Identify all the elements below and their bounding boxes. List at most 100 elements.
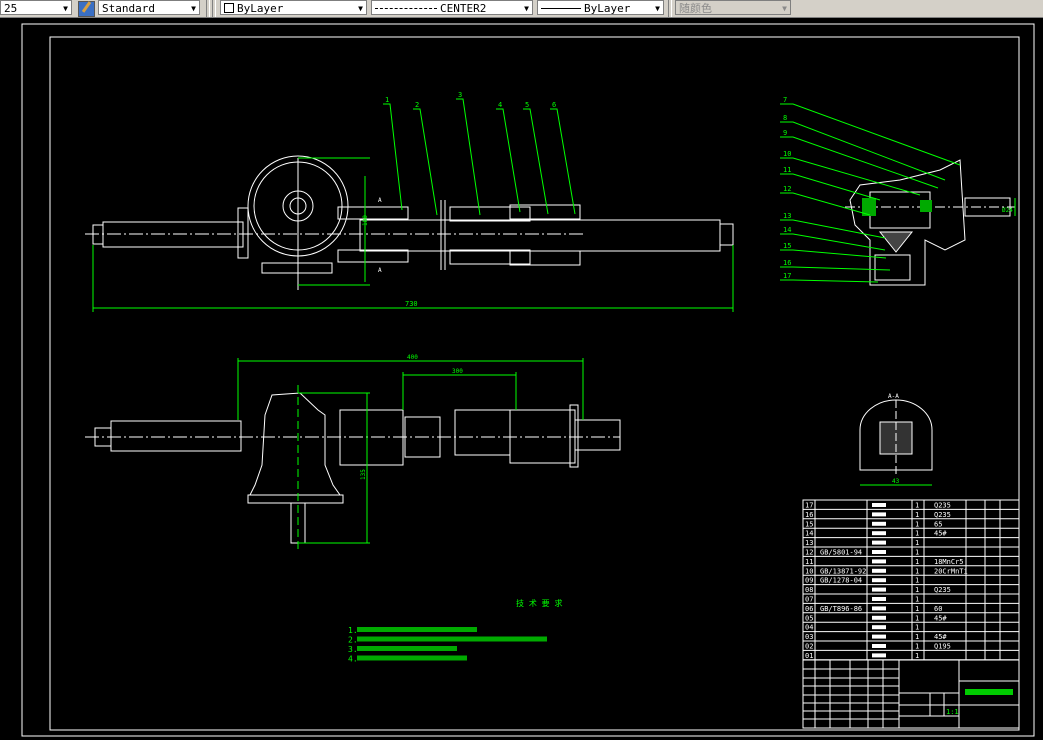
balloon-label: 13 bbox=[783, 212, 791, 220]
part-number-cell: 16 bbox=[805, 511, 813, 519]
quantity-cell: 1 bbox=[915, 652, 919, 660]
balloon-label: 10 bbox=[783, 150, 791, 158]
balloon-label: 5 bbox=[525, 101, 529, 109]
material-cell: 45# bbox=[934, 633, 947, 641]
balloon-label: 14 bbox=[783, 226, 791, 234]
lineweight-preview-icon bbox=[541, 8, 581, 9]
part-number-cell: 04 bbox=[805, 624, 813, 632]
toolbar-separator bbox=[212, 0, 216, 17]
material-cell: Q235 bbox=[934, 586, 951, 594]
part-number-cell: 05 bbox=[805, 614, 813, 622]
balloon-label: 9 bbox=[783, 129, 787, 137]
tech-requirements-title: 技 术 要 求 bbox=[516, 598, 562, 608]
chevron-down-icon: ▼ bbox=[655, 4, 660, 13]
toolbar-separator bbox=[668, 0, 672, 17]
tech-requirement-number: 1. bbox=[348, 626, 358, 635]
part-number-cell: 02 bbox=[805, 643, 813, 651]
text-style-dropdown[interactable]: Standard ▼ bbox=[98, 0, 200, 15]
quantity-cell: 1 bbox=[915, 539, 919, 547]
chevron-down-icon: ▼ bbox=[191, 4, 196, 13]
linetype-dropdown[interactable]: CENTER2 ▼ bbox=[371, 0, 533, 15]
linetype-value: CENTER2 bbox=[440, 2, 487, 15]
balloon-label: 6 bbox=[552, 101, 556, 109]
balloon-label: 11 bbox=[783, 166, 791, 174]
chevron-down-icon: ▼ bbox=[782, 4, 787, 13]
part-number-cell: 08 bbox=[805, 586, 813, 594]
quantity-cell: 1 bbox=[915, 643, 919, 651]
quantity-cell: 1 bbox=[915, 530, 919, 538]
tech-requirement-text bbox=[357, 655, 467, 661]
drawing-canvas[interactable]: 730 180 A A 1234 5 6 Ø24 78910111213141516… bbox=[0, 18, 1043, 740]
part-number-cell: 01 bbox=[805, 652, 813, 660]
tech-requirement-number: 3. bbox=[348, 645, 358, 654]
part-name-cell bbox=[872, 540, 886, 545]
lineweight-dropdown[interactable]: ByLayer ▼ bbox=[537, 0, 664, 15]
part-name-cell bbox=[872, 653, 886, 658]
material-cell: Q235 bbox=[934, 502, 951, 510]
material-cell: Q195 bbox=[934, 643, 951, 651]
part-number-cell: 07 bbox=[805, 596, 813, 604]
part-name-cell bbox=[872, 568, 886, 573]
part-number-cell: 09 bbox=[805, 577, 813, 585]
dim-scale-value: 25 bbox=[4, 2, 18, 15]
standard-code-cell: GB/1278-04 bbox=[820, 577, 862, 585]
balloon-label: 4 bbox=[498, 101, 502, 109]
part-number-cell: 11 bbox=[805, 558, 813, 566]
quantity-cell: 1 bbox=[915, 502, 919, 510]
quantity-cell: 1 bbox=[915, 558, 919, 566]
color-swatch-icon bbox=[224, 3, 234, 13]
part-name-cell bbox=[872, 606, 886, 611]
dim-plan-height: 135 bbox=[360, 469, 367, 480]
dim-plan-inner: 300 bbox=[452, 368, 463, 375]
balloon-label: 17 bbox=[783, 272, 791, 280]
plot-style-value: 随颜色 bbox=[679, 2, 712, 15]
quantity-cell: 1 bbox=[915, 520, 919, 528]
material-cell: 65 bbox=[934, 520, 942, 528]
drawing-title-text-block bbox=[965, 689, 1013, 695]
text-style-icon[interactable] bbox=[78, 1, 95, 17]
part-name-cell bbox=[872, 644, 886, 648]
material-cell: 18MnCr5 bbox=[934, 558, 964, 566]
part-name-cell bbox=[872, 559, 886, 564]
toolbar-separator bbox=[206, 0, 210, 17]
tech-requirement-number: 2. bbox=[348, 636, 358, 645]
part-number-cell: 10 bbox=[805, 567, 813, 575]
material-cell: Q235 bbox=[934, 511, 951, 519]
balloon-label: 15 bbox=[783, 242, 791, 250]
part-number-cell: 14 bbox=[805, 530, 813, 538]
part-number-cell: 13 bbox=[805, 539, 813, 547]
quantity-cell: 1 bbox=[915, 577, 919, 585]
part-name-cell bbox=[872, 521, 886, 526]
material-cell: 45# bbox=[934, 614, 947, 622]
part-number-cell: 17 bbox=[805, 502, 813, 510]
quantity-cell: 1 bbox=[915, 586, 919, 594]
part-name-cell bbox=[872, 550, 886, 554]
material-cell: 20CrMnTi bbox=[934, 567, 968, 575]
balloon-label: 12 bbox=[783, 185, 791, 193]
tech-requirement-number: 4. bbox=[348, 655, 358, 664]
part-name-cell bbox=[872, 578, 886, 583]
chevron-down-icon: ▼ bbox=[358, 4, 363, 13]
section-label: A-A bbox=[888, 393, 899, 400]
standard-code-cell: GB/T896-86 bbox=[820, 605, 862, 613]
dim-scale-dropdown[interactable]: 25 ▼ bbox=[0, 0, 72, 15]
quantity-cell: 1 bbox=[915, 605, 919, 613]
tech-requirement-text bbox=[357, 627, 477, 632]
quantity-cell: 1 bbox=[915, 633, 919, 641]
part-name-cell bbox=[872, 512, 886, 517]
quantity-cell: 1 bbox=[915, 549, 919, 557]
lineweight-value: ByLayer bbox=[584, 2, 631, 15]
quantity-cell: 1 bbox=[915, 511, 919, 519]
layer-color-dropdown[interactable]: ByLayer ▼ bbox=[220, 0, 367, 15]
balloon-label: 7 bbox=[783, 96, 787, 104]
properties-toolbar: 25 ▼ Standard ▼ ByLayer ▼ CENTER2 ▼ ByLayer ▼… bbox=[0, 0, 1043, 18]
quantity-cell: 1 bbox=[915, 567, 919, 575]
part-name-cell bbox=[872, 615, 886, 620]
dim-overall-length: 730 bbox=[405, 300, 418, 308]
layer-value: ByLayer bbox=[237, 2, 284, 15]
plot-style-dropdown: 随颜色 ▼ bbox=[675, 0, 791, 15]
quantity-cell: 1 bbox=[915, 596, 919, 604]
scale-value: 1:1 bbox=[946, 708, 959, 716]
part-name-cell bbox=[872, 587, 886, 592]
part-name-cell bbox=[872, 634, 886, 639]
